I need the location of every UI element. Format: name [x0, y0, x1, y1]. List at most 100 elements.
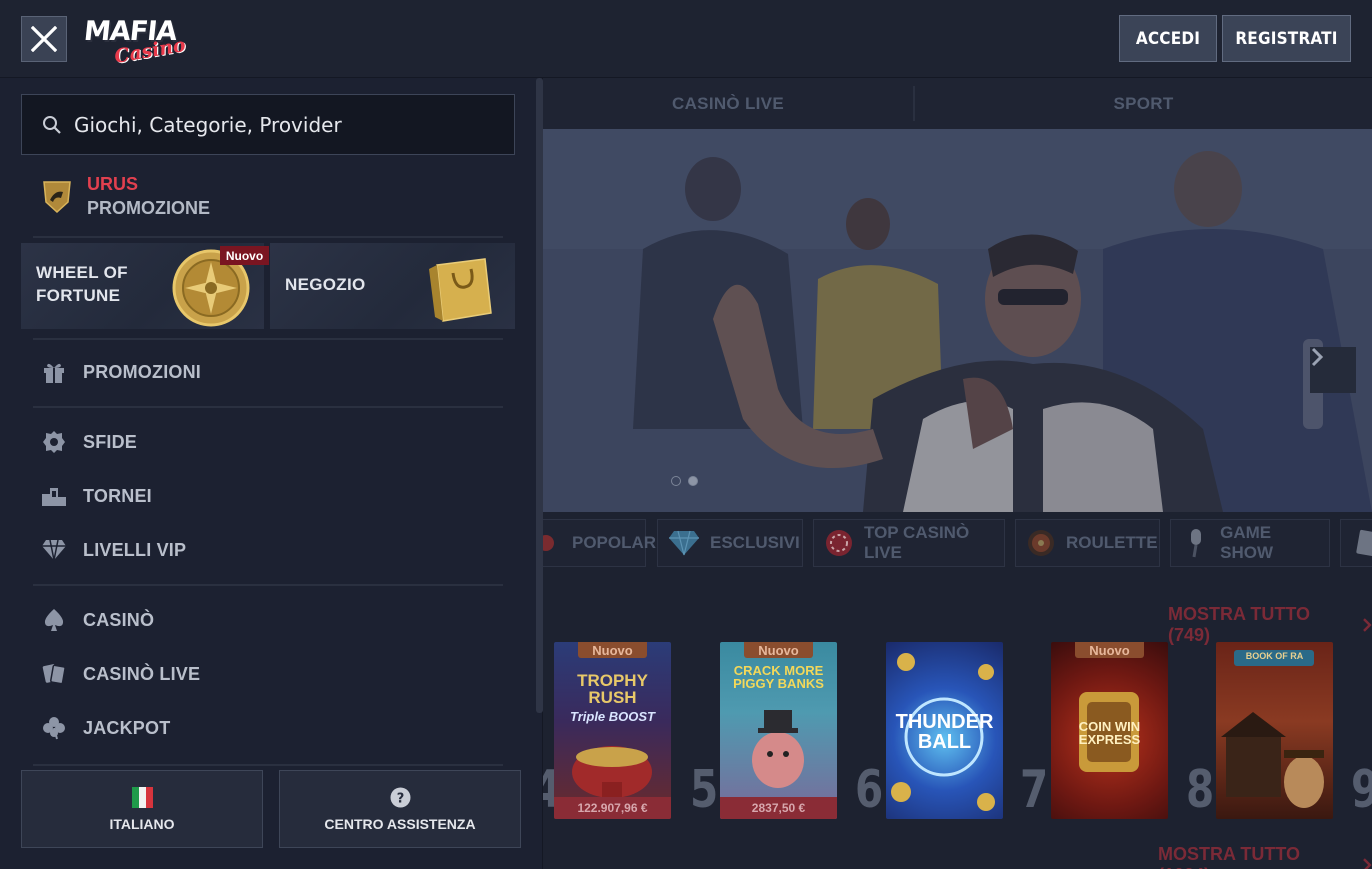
- main-content: CASINÒ LIVE SPORT POPOLARI ESCLUSIVI TOP…: [543, 78, 1372, 869]
- search-input[interactable]: [74, 112, 474, 137]
- language-label: ITALIANO: [109, 816, 175, 832]
- tab-sport[interactable]: SPORT: [915, 78, 1372, 129]
- hero-dot-2[interactable]: [688, 476, 698, 486]
- hero-artwork: [543, 129, 1372, 512]
- category-top-live[interactable]: TOP CASINÒ LIVE: [813, 519, 1005, 567]
- cards-icon: [41, 661, 67, 687]
- divider: [33, 406, 503, 408]
- close-icon: [31, 26, 57, 52]
- menu-label: JACKPOT: [83, 717, 171, 738]
- game-title: CRACK MORE PIGGY BANKS: [733, 663, 824, 691]
- hero-next-button[interactable]: [1310, 347, 1356, 393]
- divider: [33, 338, 503, 340]
- register-button[interactable]: REGISTRATI: [1222, 15, 1351, 62]
- divider: [33, 764, 503, 766]
- menu-label: PROMOZIONI: [83, 361, 201, 382]
- menu-label: LIVELLI VIP: [83, 539, 187, 560]
- game-card-thunder-ball[interactable]: THUNDER BALL: [886, 642, 1003, 819]
- game-rank: 9: [1351, 760, 1372, 820]
- show-all-link-2[interactable]: MOSTRA TUTTO (1024): [1158, 844, 1372, 869]
- game-card-piggy-banks[interactable]: Nuovo CRACK MORE PIGGY BANKS 2837,50 €: [720, 642, 837, 819]
- menu-item-challenges[interactable]: SFIDE: [41, 422, 137, 462]
- shopping-bag-icon: [429, 258, 492, 322]
- menu-item-casino[interactable]: CASINÒ: [41, 600, 154, 640]
- category-game-show[interactable]: GAME SHOW: [1170, 519, 1330, 567]
- help-icon: ?: [390, 786, 411, 808]
- game-title: TROPHY RUSH: [577, 671, 648, 707]
- show-all-label: MOSTRA TUTTO (1024): [1158, 844, 1300, 869]
- hero-pagination: [671, 476, 698, 486]
- microphone-icon: [1181, 527, 1210, 559]
- game-card-coin-win[interactable]: Nuovo COIN WIN EXPRESS: [1051, 642, 1168, 819]
- tab-casino-live[interactable]: CASINÒ LIVE: [543, 78, 913, 129]
- game-carousel: 4 Nuovo TROPHY RUSH Triple BOOST 122.907…: [543, 642, 1372, 822]
- mafia-casino-logo[interactable]: MAFIA Casino: [82, 16, 192, 68]
- top-bar: MAFIA Casino ACCEDI REGISTRATI: [0, 0, 1372, 78]
- search-box[interactable]: [21, 94, 515, 155]
- svg-text:?: ?: [396, 791, 404, 806]
- game-card-trophy-rush[interactable]: Nuovo TROPHY RUSH Triple BOOST 122.907,9…: [554, 642, 671, 819]
- game-title: THUNDER BALL: [895, 711, 994, 753]
- language-selector[interactable]: ITALIANO: [21, 770, 263, 848]
- category-popular[interactable]: POPOLARI: [543, 519, 661, 567]
- game-artwork: [1221, 650, 1324, 808]
- popular-icon: [543, 527, 562, 559]
- game-card-book-of-ra[interactable]: BOOK OF RA: [1216, 642, 1333, 819]
- menu-label: TORNEI: [83, 485, 152, 506]
- product-tabs: CASINÒ LIVE SPORT: [543, 78, 1372, 129]
- hero-dot-1[interactable]: [671, 476, 681, 486]
- tile-label: WHEEL OF FORTUNE: [36, 263, 128, 305]
- show-all-label: MOSTRA TUTTO (749): [1168, 604, 1310, 645]
- game-artwork: [572, 746, 652, 798]
- new-badge: Nuovo: [1075, 642, 1144, 658]
- category-exclusive[interactable]: ESCLUSIVI: [657, 519, 803, 567]
- roulette-icon: [1026, 527, 1056, 559]
- badge-icon: [41, 429, 67, 455]
- show-all-link-1[interactable]: MOSTRA TUTTO (749): [1168, 604, 1372, 646]
- help-label: CENTRO ASSISTENZA: [324, 816, 476, 832]
- sidebar-scrollbar[interactable]: [536, 78, 543, 713]
- menu-item-promotions[interactable]: PROMOZIONI: [41, 352, 201, 392]
- spade-icon: [41, 607, 67, 633]
- diamond-icon: [668, 527, 700, 559]
- menu-item-live-casino[interactable]: CASINÒ LIVE: [41, 654, 200, 694]
- help-center-button[interactable]: ? CENTRO ASSISTENZA: [279, 770, 521, 848]
- game-rank: 7: [1020, 760, 1049, 820]
- tile-label: NEGOZIO: [285, 275, 366, 294]
- menu-label: SFIDE: [83, 431, 138, 452]
- gift-icon: [41, 359, 67, 385]
- category-label: POPOLARI: [572, 533, 661, 552]
- login-button[interactable]: ACCEDI: [1119, 15, 1217, 62]
- menu-label: CASINÒ LIVE: [83, 663, 201, 684]
- game-rank: 8: [1186, 760, 1215, 820]
- menu-item-vip-levels[interactable]: LIVELLI VIP: [41, 530, 186, 570]
- urus-subtitle: PROMOZIONE: [87, 198, 211, 218]
- jackpot-amount: 2837,50 €: [720, 797, 837, 819]
- close-menu-button[interactable]: [21, 16, 67, 62]
- chevron-right-icon: [1363, 618, 1372, 632]
- new-badge: Nuovo: [578, 642, 647, 658]
- game-subtitle: Triple BOOST: [570, 709, 655, 724]
- hero-banner[interactable]: [543, 129, 1372, 512]
- category-label: GAME SHOW: [1220, 523, 1274, 562]
- category-strip: POPOLARI ESCLUSIVI TOP CASINÒ LIVE ROULE…: [543, 518, 1372, 568]
- game-title: BOOK OF RA: [1245, 651, 1304, 661]
- category-label: TOP CASINÒ LIVE: [864, 523, 970, 562]
- urus-promotion[interactable]: URUS PROMOZIONE: [41, 170, 210, 222]
- search-icon: [43, 115, 61, 134]
- italy-flag-icon: [131, 786, 153, 808]
- divider: [33, 584, 503, 586]
- category-cards[interactable]: [1340, 519, 1372, 567]
- diamond-icon: [41, 537, 67, 563]
- category-roulette[interactable]: ROULETTE: [1015, 519, 1160, 567]
- shop-tile[interactable]: NEGOZIO: [270, 243, 515, 329]
- chip-icon: [824, 527, 854, 559]
- podium-icon: [41, 483, 67, 509]
- category-label: ESCLUSIVI: [710, 533, 800, 552]
- divider: [33, 236, 503, 238]
- menu-item-tournaments[interactable]: TORNEI: [41, 476, 152, 516]
- urus-title: URUS: [87, 174, 139, 194]
- menu-item-jackpot[interactable]: JACKPOT: [41, 708, 170, 748]
- menu-label: CASINÒ: [83, 609, 155, 630]
- clover-icon: [41, 715, 67, 741]
